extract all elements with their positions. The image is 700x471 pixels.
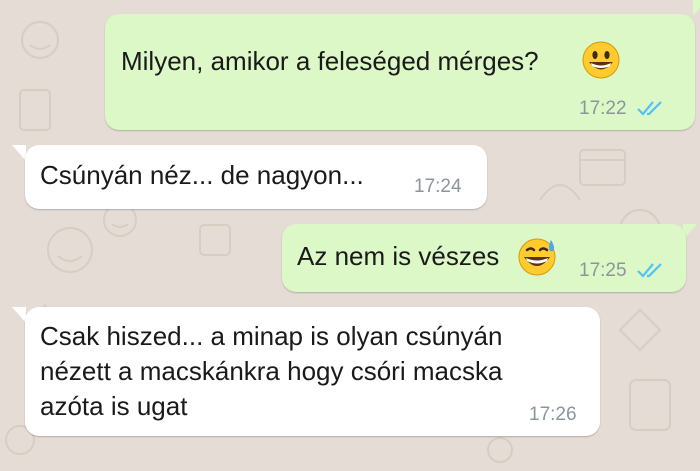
- message-line: azóta is ugat: [40, 391, 188, 421]
- message-text: Csúnyán néz... de nagyon...: [40, 160, 364, 190]
- message-bubble-outgoing[interactable]: Milyen, amikor a feleséged mérges? 17:22: [105, 14, 695, 130]
- bubble-tail: [12, 307, 26, 323]
- message-text: Az nem is vészes: [297, 241, 500, 271]
- message-timestamp: 17:22: [579, 98, 627, 119]
- message-line: Csak hiszed... a minap is olyan csúnyán: [40, 321, 503, 351]
- message-timestamp: 17:24: [414, 176, 462, 197]
- message-text: Milyen, amikor a feleséged mérges?: [121, 46, 539, 76]
- message-timestamp: 17:26: [529, 404, 577, 425]
- double-check-read-icon: [637, 263, 662, 278]
- double-check-read-icon: [637, 101, 662, 116]
- message-bubble-incoming[interactable]: Csak hiszed... a minap is olyan csúnyán …: [25, 307, 600, 436]
- grinning-face-with-sweat-emoji: [518, 238, 556, 276]
- message-line: nézett a macskánkra hogy csóri macska: [40, 356, 503, 386]
- message-bubble-incoming[interactable]: Csúnyán néz... de nagyon... 17:24: [25, 145, 487, 209]
- grinning-face-emoji: [582, 41, 620, 79]
- message-bubble-outgoing[interactable]: Az nem is vészes 17:25: [282, 224, 686, 292]
- message-timestamp: 17:25: [579, 260, 627, 281]
- bubble-tail: [12, 145, 26, 161]
- bubble-tail: [693, 0, 700, 16]
